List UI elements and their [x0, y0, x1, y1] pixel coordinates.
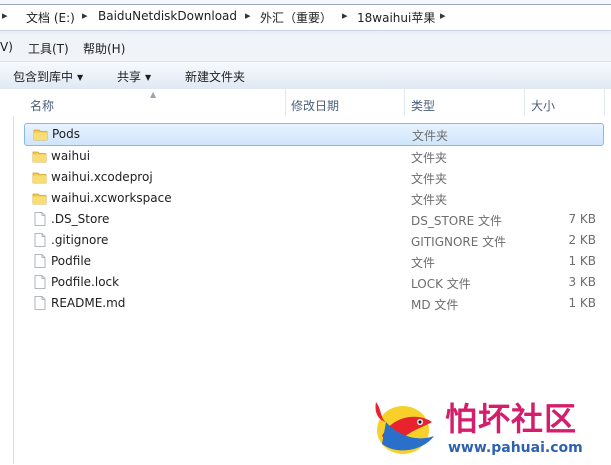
- file-row[interactable]: Podfile 文件 1 KB: [24, 251, 604, 272]
- watermark-url: www.pahuai.com: [448, 440, 583, 456]
- address-bar: ▸ 文档 (E:) ▸ BaiduNetdiskDownload ▸ 外汇（重要…: [0, 0, 611, 34]
- file-icon: [32, 212, 47, 226]
- file-type: 文件夹: [411, 151, 448, 165]
- menu-view[interactable]: V): [0, 40, 13, 54]
- fish-logo-icon: [375, 402, 434, 454]
- file-name: Podfile: [51, 254, 92, 268]
- column-divider[interactable]: [604, 89, 605, 116]
- command-toolbar: 包含到库中 ▼ 共享 ▼ 新建文件夹: [0, 62, 611, 90]
- folder-icon: [32, 149, 47, 163]
- column-divider[interactable]: [524, 89, 525, 116]
- folder-icon: [33, 127, 48, 141]
- folder-icon: [32, 170, 47, 184]
- file-type: DS_STORE 文件: [411, 214, 502, 228]
- file-row[interactable]: Podfile.lock LOCK 文件 3 KB: [24, 272, 604, 293]
- file-icon: [32, 233, 47, 247]
- sort-ascending-icon: ▲: [150, 90, 157, 99]
- column-date[interactable]: 修改日期: [291, 97, 339, 114]
- share-label: 共享: [117, 70, 142, 84]
- watermark-logo: 怕坏社区 www.pahuai.com: [368, 392, 611, 464]
- file-type: MD 文件: [411, 298, 459, 312]
- menu-bar: V) 工具(T) 帮助(H): [0, 34, 611, 62]
- chevron-right-icon[interactable]: ▸: [2, 9, 8, 22]
- file-type: LOCK 文件: [411, 277, 471, 291]
- file-size: 2 KB: [568, 233, 596, 247]
- file-row[interactable]: .gitignore GITIGNORE 文件 2 KB: [24, 230, 604, 251]
- file-list: Pods 文件夹 waihui 文件夹 waihui.xcodeproj 文件夹 waihu…: [24, 123, 604, 314]
- dropdown-arrow-icon: ▼: [145, 73, 152, 82]
- file-type: 文件夹: [411, 193, 448, 207]
- share-button[interactable]: 共享 ▼: [117, 68, 151, 85]
- file-size: 1 KB: [568, 254, 596, 268]
- file-name: waihui: [51, 149, 91, 163]
- address-field[interactable]: ▸ 文档 (E:) ▸ BaiduNetdiskDownload ▸ 外汇（重要…: [0, 4, 611, 31]
- file-size: 1 KB: [568, 296, 596, 310]
- file-name: README.md: [51, 296, 126, 310]
- chevron-right-icon[interactable]: ▸: [440, 9, 446, 22]
- file-name: .gitignore: [51, 233, 109, 247]
- file-name: Podfile.lock: [51, 275, 120, 289]
- chevron-right-icon[interactable]: ▸: [82, 9, 88, 22]
- include-in-library-label: 包含到库中: [13, 70, 74, 84]
- include-in-library-button[interactable]: 包含到库中 ▼: [13, 68, 83, 85]
- file-icon: [32, 254, 47, 268]
- file-name: Pods: [52, 127, 81, 141]
- breadcrumb-waihui[interactable]: 外汇（重要）: [260, 9, 332, 26]
- column-name[interactable]: 名称: [30, 97, 54, 114]
- file-type: 文件夹: [411, 172, 448, 186]
- file-type: 文件: [411, 256, 436, 270]
- file-row[interactable]: .DS_Store DS_STORE 文件 7 KB: [24, 209, 604, 230]
- menu-tools[interactable]: 工具(T): [28, 40, 69, 57]
- breadcrumb-drive[interactable]: 文档 (E:): [26, 9, 75, 26]
- file-name: .DS_Store: [51, 212, 110, 226]
- file-name: waihui.xcodeproj: [51, 170, 153, 184]
- column-divider[interactable]: [285, 89, 286, 116]
- watermark-title: 怕坏社区: [445, 400, 578, 438]
- column-header: ▲ 名称 修改日期 类型 大小: [0, 89, 611, 116]
- file-size: 3 KB: [568, 275, 596, 289]
- folder-icon: [32, 191, 47, 205]
- menu-help[interactable]: 帮助(H): [83, 40, 125, 57]
- file-type: 文件夹: [412, 129, 449, 143]
- file-size: 7 KB: [568, 212, 596, 226]
- file-row[interactable]: waihui 文件夹: [24, 146, 604, 167]
- file-icon: [32, 296, 47, 310]
- file-type: GITIGNORE 文件: [411, 235, 507, 249]
- file-row[interactable]: Pods 文件夹: [24, 123, 604, 146]
- breadcrumb-current[interactable]: 18waihui苹果: [357, 9, 435, 26]
- chevron-right-icon[interactable]: ▸: [342, 9, 348, 22]
- dropdown-arrow-icon: ▼: [77, 73, 84, 82]
- breadcrumb-baidu[interactable]: BaiduNetdiskDownload: [98, 9, 237, 23]
- new-folder-button[interactable]: 新建文件夹: [185, 68, 245, 85]
- column-divider[interactable]: [404, 89, 405, 116]
- file-row[interactable]: README.md MD 文件 1 KB: [24, 293, 604, 314]
- file-icon: [32, 275, 47, 289]
- file-row[interactable]: waihui.xcworkspace 文件夹: [24, 188, 604, 209]
- navigation-pane[interactable]: [0, 90, 14, 464]
- column-size[interactable]: 大小: [531, 97, 555, 114]
- file-row[interactable]: waihui.xcodeproj 文件夹: [24, 167, 604, 188]
- column-type[interactable]: 类型: [411, 97, 435, 114]
- file-name: waihui.xcworkspace: [51, 191, 172, 205]
- chevron-right-icon[interactable]: ▸: [245, 9, 251, 22]
